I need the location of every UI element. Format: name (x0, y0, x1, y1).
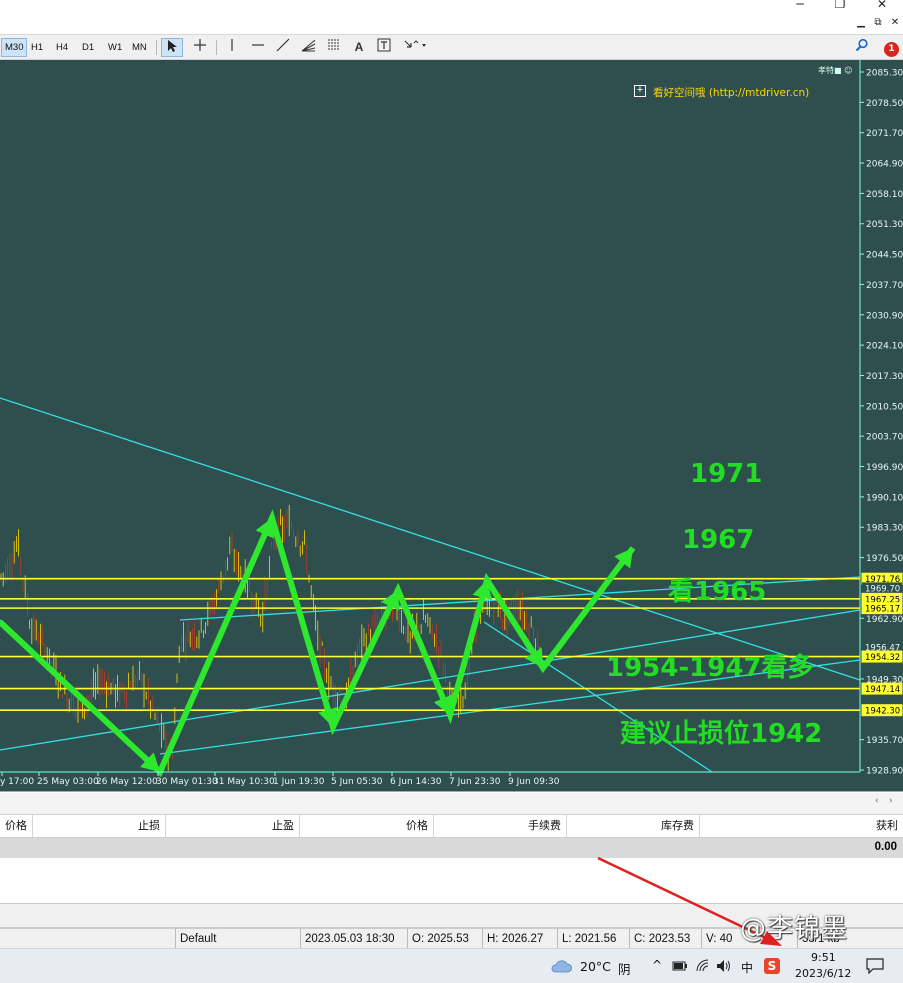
watermark: @李锦墨 (740, 914, 849, 944)
mt4-window: ─ ❐ ✕ ▁ ⧉ ✕ M30 H1 H4 D1 W1 MN A 1 1971.… (0, 0, 903, 983)
red-pointer-arrow (597, 856, 782, 946)
